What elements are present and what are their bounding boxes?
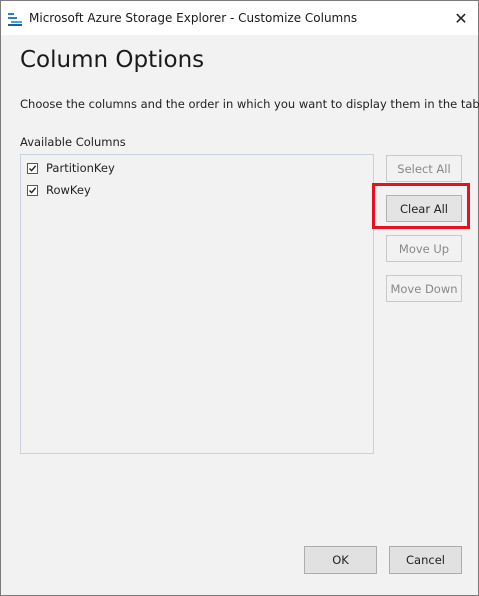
partitionkey-checkbox[interactable] bbox=[27, 162, 38, 174]
select-all-button[interactable]: Select All bbox=[386, 155, 462, 182]
list-item[interactable]: RowKey bbox=[27, 181, 91, 199]
ok-button[interactable]: OK bbox=[304, 546, 377, 574]
move-up-button[interactable]: Move Up bbox=[386, 235, 462, 262]
page-title: Column Options bbox=[20, 47, 205, 73]
customize-columns-dialog: Microsoft Azure Storage Explorer - Custo… bbox=[0, 0, 479, 596]
available-columns-list[interactable]: PartitionKey RowKey bbox=[20, 154, 374, 454]
window-title: Microsoft Azure Storage Explorer - Custo… bbox=[29, 11, 358, 25]
close-button[interactable]: ✕ bbox=[444, 1, 478, 35]
dialog-description: Choose the columns and the order in whic… bbox=[20, 97, 479, 111]
title-bar: Microsoft Azure Storage Explorer - Custo… bbox=[1, 1, 478, 35]
column-label: RowKey bbox=[46, 183, 91, 197]
list-item[interactable]: PartitionKey bbox=[27, 159, 115, 177]
available-columns-label: Available Columns bbox=[20, 135, 126, 149]
clear-all-button[interactable]: Clear All bbox=[386, 195, 462, 222]
cancel-button[interactable]: Cancel bbox=[389, 546, 462, 574]
storage-explorer-icon bbox=[8, 11, 22, 26]
rowkey-checkbox[interactable] bbox=[27, 184, 38, 196]
column-label: PartitionKey bbox=[46, 161, 115, 175]
close-icon: ✕ bbox=[454, 8, 468, 28]
move-down-button[interactable]: Move Down bbox=[386, 275, 462, 302]
